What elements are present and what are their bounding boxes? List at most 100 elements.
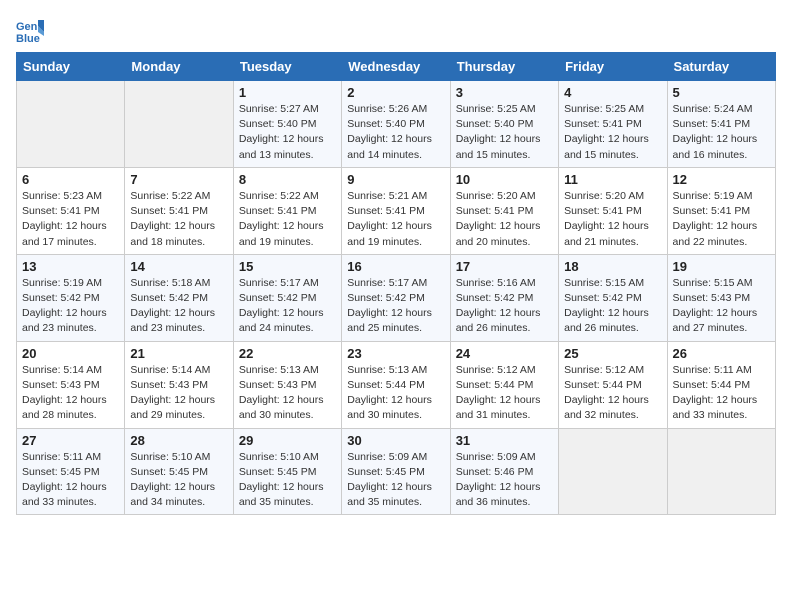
day-number: 6 <box>22 172 119 187</box>
logo: Gen Blue <box>16 16 48 44</box>
day-cell: 9Sunrise: 5:21 AM Sunset: 5:41 PM Daylig… <box>342 167 450 254</box>
day-cell: 20Sunrise: 5:14 AM Sunset: 5:43 PM Dayli… <box>17 341 125 428</box>
day-cell: 1 Sunrise: 5:27 AM Sunset: 5:40 PM Daylig… <box>233 81 341 168</box>
day-number: 30 <box>347 433 444 448</box>
day-number: 9 <box>347 172 444 187</box>
day-cell: 27 Sunrise: 5:11 AM Sunset: 5:45 PM Dayli… <box>17 428 125 515</box>
day-cell: 5 Sunrise: 5:24 AM Sunset: 5:41 PM Daylig… <box>667 81 775 168</box>
day-info: Sunrise: 5:15 AM Sunset: 5:42 PM Dayligh… <box>564 276 661 337</box>
day-cell: 24 Sunrise: 5:12 AM Sunset: 5:44 PM Dayli… <box>450 341 558 428</box>
day-cell: 11 Sunrise: 5:20 AM Sunset: 5:41 PM Dayli… <box>559 167 667 254</box>
day-info: Sunrise: 5:23 AM Sunset: 5:41 PM Dayligh… <box>22 189 119 250</box>
day-info: Sunrise: 5:13 AM Sunset: 5:43 PM Dayligh… <box>239 363 336 424</box>
day-number: 23 <box>347 346 444 361</box>
day-number: 21 <box>130 346 227 361</box>
day-header-tuesday: Tuesday <box>233 53 341 81</box>
page-header: Gen Blue <box>16 16 776 44</box>
day-cell: 18 Sunrise: 5:15 AM Sunset: 5:42 PM Dayli… <box>559 254 667 341</box>
day-cell: 29Sunrise: 5:10 AM Sunset: 5:45 PM Dayli… <box>233 428 341 515</box>
day-cell <box>17 81 125 168</box>
day-number: 12 <box>673 172 770 187</box>
day-info: Sunrise: 5:10 AM Sunset: 5:45 PM Dayligh… <box>239 450 336 511</box>
day-number: 11 <box>564 172 661 187</box>
day-number: 27 <box>22 433 119 448</box>
week-row-4: 20 Sunrise: 5:14 AM Sunset: 5:43 PM Dayli… <box>17 341 776 428</box>
day-header-friday: Friday <box>559 53 667 81</box>
day-cell: 25 Sunrise: 5:12 AM Sunset: 5:44 PM Dayli… <box>559 341 667 428</box>
svg-text:Blue: Blue <box>16 33 40 44</box>
day-info: Sunrise: 5:09 AM Sunset: 5:45 PM Dayligh… <box>347 450 444 511</box>
day-number: 28 <box>130 433 227 448</box>
day-info: Sunrise: 5:17 AM Sunset: 5:42 PM Dayligh… <box>347 276 444 337</box>
day-number: 10 <box>456 172 553 187</box>
day-cell: 10 Sunrise: 5:20 AM Sunset: 5:41 PM Dayli… <box>450 167 558 254</box>
day-cell: 13 Sunrise: 5:19 AM Sunset: 5:42 PM Dayli… <box>17 254 125 341</box>
day-number: 15 <box>239 259 336 274</box>
day-number: 4 <box>564 85 661 100</box>
day-header-wednesday: Wednesday <box>342 53 450 81</box>
day-info: Sunrise: 5:20 AM Sunset: 5:41 PM Dayligh… <box>564 189 661 250</box>
day-cell: 19 Sunrise: 5:15 AM Sunset: 5:43 PM Dayli… <box>667 254 775 341</box>
day-cell: 7Sunrise: 5:22 AM Sunset: 5:41 PM Daylig… <box>125 167 233 254</box>
header-row: SundayMondayTuesdayWednesdayThursdayFrid… <box>17 53 776 81</box>
day-info: Sunrise: 5:14 AM Sunset: 5:43 PM Dayligh… <box>130 363 227 424</box>
day-info: Sunrise: 5:13 AM Sunset: 5:44 PM Dayligh… <box>347 363 444 424</box>
day-number: 3 <box>456 85 553 100</box>
day-number: 13 <box>22 259 119 274</box>
day-info: Sunrise: 5:11 AM Sunset: 5:45 PM Dayligh… <box>22 450 119 511</box>
day-number: 31 <box>456 433 553 448</box>
day-info: Sunrise: 5:19 AM Sunset: 5:42 PM Dayligh… <box>22 276 119 337</box>
week-row-1: 1 Sunrise: 5:27 AM Sunset: 5:40 PM Daylig… <box>17 81 776 168</box>
day-cell: 14 Sunrise: 5:18 AM Sunset: 5:42 PM Dayli… <box>125 254 233 341</box>
week-row-5: 27 Sunrise: 5:11 AM Sunset: 5:45 PM Dayli… <box>17 428 776 515</box>
day-number: 22 <box>239 346 336 361</box>
day-cell: 23 Sunrise: 5:13 AM Sunset: 5:44 PM Dayli… <box>342 341 450 428</box>
day-header-monday: Monday <box>125 53 233 81</box>
day-info: Sunrise: 5:24 AM Sunset: 5:41 PM Dayligh… <box>673 102 770 163</box>
day-number: 24 <box>456 346 553 361</box>
day-number: 18 <box>564 259 661 274</box>
svg-text:Gen: Gen <box>16 21 38 33</box>
day-cell <box>125 81 233 168</box>
day-header-saturday: Saturday <box>667 53 775 81</box>
day-number: 19 <box>673 259 770 274</box>
day-number: 17 <box>456 259 553 274</box>
day-number: 16 <box>347 259 444 274</box>
logo-icon: Gen Blue <box>16 16 44 44</box>
day-cell: 6 Sunrise: 5:23 AM Sunset: 5:41 PM Daylig… <box>17 167 125 254</box>
day-cell: 17 Sunrise: 5:16 AM Sunset: 5:42 PM Dayli… <box>450 254 558 341</box>
day-info: Sunrise: 5:12 AM Sunset: 5:44 PM Dayligh… <box>456 363 553 424</box>
day-cell: 26 Sunrise: 5:11 AM Sunset: 5:44 PM Dayli… <box>667 341 775 428</box>
day-info: Sunrise: 5:20 AM Sunset: 5:41 PM Dayligh… <box>456 189 553 250</box>
day-info: Sunrise: 5:12 AM Sunset: 5:44 PM Dayligh… <box>564 363 661 424</box>
day-cell: 15Sunrise: 5:17 AM Sunset: 5:42 PM Dayli… <box>233 254 341 341</box>
day-cell: 12 Sunrise: 5:19 AM Sunset: 5:41 PM Dayli… <box>667 167 775 254</box>
day-info: Sunrise: 5:15 AM Sunset: 5:43 PM Dayligh… <box>673 276 770 337</box>
day-info: Sunrise: 5:19 AM Sunset: 5:41 PM Dayligh… <box>673 189 770 250</box>
day-number: 20 <box>22 346 119 361</box>
day-header-sunday: Sunday <box>17 53 125 81</box>
day-info: Sunrise: 5:22 AM Sunset: 5:41 PM Dayligh… <box>130 189 227 250</box>
day-cell: 31 Sunrise: 5:09 AM Sunset: 5:46 PM Dayli… <box>450 428 558 515</box>
day-number: 26 <box>673 346 770 361</box>
day-cell: 21 Sunrise: 5:14 AM Sunset: 5:43 PM Dayli… <box>125 341 233 428</box>
day-info: Sunrise: 5:09 AM Sunset: 5:46 PM Dayligh… <box>456 450 553 511</box>
day-info: Sunrise: 5:18 AM Sunset: 5:42 PM Dayligh… <box>130 276 227 337</box>
day-header-thursday: Thursday <box>450 53 558 81</box>
day-info: Sunrise: 5:25 AM Sunset: 5:40 PM Dayligh… <box>456 102 553 163</box>
day-number: 14 <box>130 259 227 274</box>
day-cell: 22 Sunrise: 5:13 AM Sunset: 5:43 PM Dayli… <box>233 341 341 428</box>
day-number: 25 <box>564 346 661 361</box>
day-number: 2 <box>347 85 444 100</box>
day-info: Sunrise: 5:11 AM Sunset: 5:44 PM Dayligh… <box>673 363 770 424</box>
day-cell: 28Sunrise: 5:10 AM Sunset: 5:45 PM Dayli… <box>125 428 233 515</box>
day-number: 5 <box>673 85 770 100</box>
day-info: Sunrise: 5:27 AM Sunset: 5:40 PM Dayligh… <box>239 102 336 163</box>
day-number: 1 <box>239 85 336 100</box>
day-info: Sunrise: 5:16 AM Sunset: 5:42 PM Dayligh… <box>456 276 553 337</box>
day-cell: 3 Sunrise: 5:25 AM Sunset: 5:40 PM Daylig… <box>450 81 558 168</box>
day-info: Sunrise: 5:26 AM Sunset: 5:40 PM Dayligh… <box>347 102 444 163</box>
day-cell <box>667 428 775 515</box>
day-info: Sunrise: 5:22 AM Sunset: 5:41 PM Dayligh… <box>239 189 336 250</box>
week-row-2: 6 Sunrise: 5:23 AM Sunset: 5:41 PM Daylig… <box>17 167 776 254</box>
